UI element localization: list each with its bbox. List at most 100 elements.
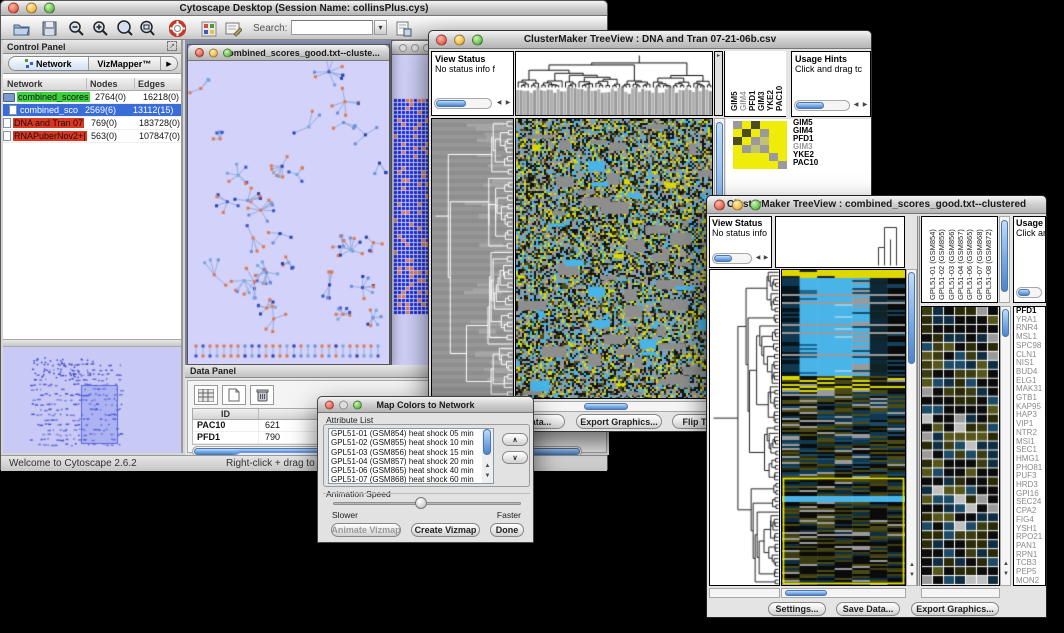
tv2-settings-button[interactable]: Settings...	[768, 602, 826, 616]
similarity-cell[interactable]	[769, 137, 778, 145]
tv1-status-hscrollbar[interactable]	[434, 98, 492, 109]
tv2-row-dendrogram-canvas[interactable]	[710, 270, 779, 585]
similarity-cell[interactable]	[742, 129, 751, 137]
close-icon[interactable]	[714, 199, 725, 210]
tv1-col-label[interactable]: GIM5	[730, 91, 739, 111]
similarity-cell[interactable]	[778, 161, 787, 169]
similarity-cell[interactable]	[742, 145, 751, 153]
close-icon[interactable]	[8, 3, 19, 14]
similarity-cell[interactable]	[751, 161, 760, 169]
tv2-zoom-hscrollbar[interactable]	[921, 588, 1000, 598]
animation-slider-track[interactable]	[333, 502, 521, 505]
similarity-cell[interactable]	[751, 129, 760, 137]
similarity-cell[interactable]	[733, 153, 742, 161]
search-input[interactable]	[291, 20, 373, 35]
treeview2-titlebar[interactable]: ClusterMaker TreeView : combined_scores_…	[707, 196, 1046, 214]
tv1-row-dendrogram-pane[interactable]	[431, 118, 514, 399]
similarity-cell[interactable]	[769, 129, 778, 137]
scroll-up-icon[interactable]: ▲	[908, 562, 916, 569]
network-view-canvas[interactable]	[188, 61, 389, 364]
similarity-cell[interactable]	[760, 137, 769, 145]
similarity-cell[interactable]	[760, 153, 769, 161]
col-header-nodes[interactable]: Nodes	[87, 78, 135, 89]
tv2-col-label[interactable]: GPL51-07 (GSM868)	[975, 229, 984, 300]
network-table-row[interactable]: combined_sco2569(6)13112(15)	[3, 104, 181, 117]
scroll-up-icon[interactable]: ▲	[1002, 561, 1010, 568]
help-lifebuoy-icon[interactable]	[167, 19, 187, 38]
zoom-window-icon[interactable]	[353, 400, 362, 409]
tv1-usage-hscroll-thumb[interactable]	[796, 102, 824, 109]
tv2-hscroll-thumb[interactable]	[785, 590, 827, 596]
tv1-status-hscroll-thumb[interactable]	[436, 100, 466, 107]
tv1-usage-hscrollbar[interactable]	[794, 100, 850, 111]
tv2-heatmap-hscrollbar[interactable]	[781, 588, 906, 598]
tv1-col-dendrogram-canvas[interactable]	[516, 52, 712, 115]
tv2-labels-vscrollbar[interactable]	[999, 216, 1010, 303]
scroll-left-icon[interactable]: ◀	[495, 100, 503, 107]
tv1-export-graphics-button[interactable]: Export Graphics...	[576, 414, 662, 429]
tv1-col-label[interactable]: GIM3	[757, 91, 766, 111]
tv2-vscroll-thumb[interactable]	[908, 272, 915, 364]
network-window-1[interactable]: combined_scores_good.txt--cluste...	[187, 44, 390, 365]
main-titlebar[interactable]: Cytoscape Desktop (Session Name: collins…	[1, 1, 607, 16]
zoom-window-icon[interactable]	[472, 34, 483, 45]
similarity-cell[interactable]	[778, 153, 787, 161]
similarity-cell[interactable]	[778, 137, 787, 145]
tv1-col-label[interactable]: GIM4	[739, 91, 748, 111]
minimize-icon[interactable]	[209, 48, 218, 57]
tv2-col-label[interactable]: GPL51-06 (GSM865)	[965, 229, 974, 300]
attribute-item[interactable]: GPL51-04 (GSM857) heat shock 20 min	[329, 457, 493, 466]
attribute-list-vscroll-thumb[interactable]	[483, 429, 491, 455]
tv2-heatmap-canvas[interactable]	[782, 270, 905, 585]
zoom-fit-icon[interactable]	[138, 19, 158, 38]
tv2-zoom-vscroll-thumb[interactable]	[1002, 309, 1009, 337]
similarity-cell[interactable]	[742, 121, 751, 129]
animate-vizmap-button[interactable]: Animate Vizmap	[331, 523, 401, 537]
delete-attribute-trash-icon[interactable]	[250, 385, 274, 405]
tv2-row-dendrogram-pane[interactable]	[709, 269, 780, 586]
similarity-cell[interactable]	[733, 161, 742, 169]
close-icon[interactable]	[195, 48, 204, 57]
attribute-item[interactable]: GPL51-07 (GSM868) heat shock 60 min	[329, 475, 493, 484]
tv1-hscrollbar[interactable]	[515, 401, 713, 412]
tab-overflow-button[interactable]: ▶	[161, 57, 177, 70]
network-window-1-titlebar[interactable]: combined_scores_good.txt--cluste...	[188, 45, 389, 61]
similarity-cell[interactable]	[751, 153, 760, 161]
tv1-heatmap-canvas[interactable]	[516, 119, 712, 398]
panel-splitter[interactable]	[3, 339, 181, 347]
close-icon[interactable]	[399, 44, 407, 52]
tv2-vscrollbar[interactable]: ▲ ▼	[906, 269, 917, 586]
scroll-right-icon[interactable]: ▶	[762, 255, 770, 262]
create-vizmap-button[interactable]: Create Vizmap	[411, 523, 480, 537]
minimize-icon[interactable]	[411, 44, 419, 52]
float-panel-icon[interactable]: ↗	[167, 41, 177, 51]
network-table-row[interactable]: combined_scores2764(0)16218(0)	[3, 91, 181, 104]
strip-arrow-icon[interactable]: ▸	[715, 52, 722, 59]
tv1-col-dendrogram-pane[interactable]	[515, 51, 713, 116]
tv2-status-hscroll-thumb[interactable]	[714, 255, 732, 262]
tv2-labels-vscroll-thumb[interactable]	[1001, 220, 1008, 292]
attribute-table-icon[interactable]	[194, 385, 218, 405]
tv2-zoom-heatmap-canvas[interactable]	[922, 307, 999, 585]
zoom-window-icon[interactable]	[223, 48, 232, 57]
tv2-col-dendrogram-canvas[interactable]	[776, 217, 904, 267]
import-table-icon[interactable]	[393, 19, 413, 38]
zoom-out-icon[interactable]	[67, 19, 87, 38]
similarity-cell[interactable]	[769, 153, 778, 161]
zoom-window-icon[interactable]	[750, 199, 761, 210]
similarity-cell[interactable]	[760, 121, 769, 129]
treeview1-titlebar[interactable]: ClusterMaker TreeView : DNA and Tran 07-…	[429, 31, 871, 49]
move-attribute-down-button[interactable]: ∨	[502, 451, 528, 464]
col-header-edges[interactable]: Edges	[135, 78, 179, 89]
tv1-row-dendrogram-canvas[interactable]	[432, 119, 513, 398]
network-table-row[interactable]: RNAPuberNov2+|563(0)107847(0)	[3, 130, 181, 143]
dense-network-canvas[interactable]	[392, 55, 432, 365]
network-table-row[interactable]: DNA and Tran 07769(0)183728(0)	[3, 117, 181, 130]
network-window-2[interactable]	[391, 40, 433, 365]
new-attribute-icon[interactable]	[222, 385, 246, 405]
scroll-down-icon[interactable]: ▼	[908, 572, 916, 579]
tab-vizmapper[interactable]: VizMapper™	[89, 57, 161, 70]
attribute-item[interactable]: GPL51-02 (GSM855) heat shock 10 min	[329, 438, 493, 447]
save-session-button[interactable]	[39, 19, 59, 38]
tv2-col-label[interactable]: GPL51-08 (GSM872)	[984, 229, 993, 300]
